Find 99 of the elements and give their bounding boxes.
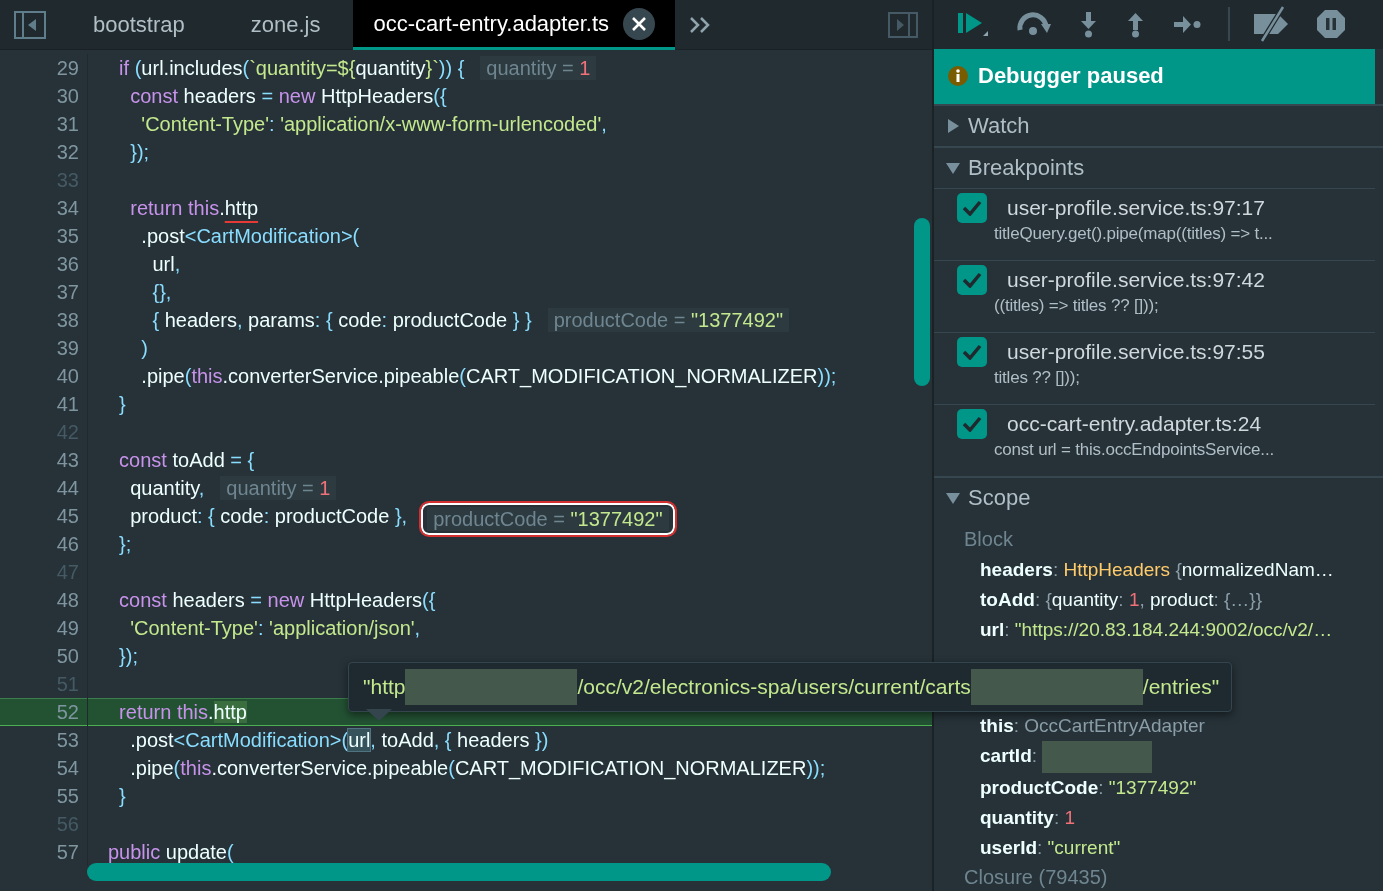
line-number: 52 [0, 698, 88, 726]
code-line: .post<CartModification>( [140, 224, 360, 249]
tooltip-text: /entries" [1142, 675, 1220, 699]
checkbox[interactable] [957, 192, 987, 223]
caret-right-icon [946, 118, 960, 133]
scope-variable: toAdd: {quantity: 1, product: {…}} [980, 589, 1262, 610]
breakpoint-location[interactable]: occ-cart-entry.adapter.ts:24 [1007, 411, 1262, 436]
code-line: product: { code: productCode }, [129, 504, 408, 529]
pause-icon[interactable] [1316, 9, 1346, 40]
line-number: 41 [0, 390, 88, 418]
code-line: {}, [151, 280, 172, 305]
info-icon [948, 66, 968, 87]
chevrons-icon[interactable] [689, 15, 712, 34]
line-number: 55 [0, 782, 88, 810]
scope-variable: headers: HttpHeaders {normalizedNam… [980, 559, 1334, 580]
breakpoint-snippet: titles ?? [])); [994, 367, 1081, 388]
scope-group-label: Closure (79435) [963, 865, 1109, 890]
code-line: .pipe(this.converterService.pipeable(CART_MODIFICATION_NORMALIZER)); [140, 364, 837, 390]
line-number: 35 [0, 222, 88, 250]
checkbox[interactable] [957, 264, 987, 295]
line-number: 31 [0, 110, 88, 138]
code-line: return this.http [118, 700, 247, 725]
line-number: 32 [0, 138, 88, 166]
scope-variable: this: OccCartEntryAdapter [980, 715, 1205, 736]
scrollbar-thumb[interactable] [87, 863, 831, 881]
check-icon [962, 415, 982, 432]
inline-value-hint: quantity = 1 [480, 56, 597, 80]
breakpoint-location[interactable]: user-profile.service.ts:97:17 [1007, 195, 1265, 220]
inline-value-hint: quantity = 1 [220, 476, 337, 500]
line-number: 43 [0, 446, 88, 474]
line-number: 57 [0, 838, 88, 866]
line-number: 34 [0, 194, 88, 222]
file-tab[interactable]: bootstrap [60, 0, 218, 50]
code-line: ) [140, 336, 148, 361]
breakpoint-snippet: ((titles) => titles ?? [])); [994, 295, 1160, 316]
caret-down-icon [946, 160, 960, 175]
code-line: return this.http [129, 196, 259, 221]
scrollbar-thumb[interactable] [914, 218, 930, 386]
line-number: 30 [0, 82, 88, 110]
panel-toggle-icon[interactable] [888, 11, 918, 38]
file-tab[interactable]: occ-cart-entry.adapter.ts [353, 0, 676, 50]
breakpoint-snippet: titleQuery.get().pipe(map((titles) => t... [994, 223, 1274, 244]
checkbox[interactable] [957, 336, 987, 367]
line-number: 29 [0, 54, 88, 82]
code-line: const headers = new HttpHeaders({ [118, 588, 436, 613]
status-text: Debugger paused [978, 63, 1164, 90]
scope-variable: quantity: 1 [980, 807, 1076, 828]
caret-down-icon [946, 490, 960, 505]
line-number: 54 [0, 754, 88, 782]
line-number: 38 [0, 306, 88, 334]
checkbox[interactable] [957, 408, 987, 439]
file-tab[interactable]: zone.js [217, 0, 354, 50]
code-line: const toAdd = { [118, 448, 255, 473]
line-number: 40 [0, 362, 88, 390]
breakpoint-snippet: const url = this.occEndpointsService... [994, 439, 1275, 460]
code-line: .post<CartModification>(url, toAdd, { headers }) [129, 728, 549, 753]
line-number: 50 [0, 642, 88, 670]
line-number: 49 [0, 614, 88, 642]
code-line: quantity, [129, 476, 205, 501]
line-number: 45 [0, 502, 88, 530]
step-out-icon[interactable] [1125, 10, 1146, 39]
line-number: 48 [0, 586, 88, 614]
breakpoint-location[interactable]: user-profile.service.ts:97:55 [1007, 339, 1265, 364]
check-icon [962, 343, 982, 360]
check-icon [962, 199, 982, 216]
line-number: 53 [0, 726, 88, 754]
tooltip-text: /occ/v2/electronics-spa/users/current/carts [577, 675, 971, 699]
step-into-icon[interactable] [1078, 10, 1099, 39]
inline-value-hint: productCode = "1377492" [547, 308, 790, 332]
scope-variable: productCode: "1377492" [980, 777, 1197, 798]
close-icon[interactable] [623, 7, 656, 40]
line-number: 36 [0, 250, 88, 278]
line-number: 39 [0, 334, 88, 362]
code-line: }; [118, 532, 132, 557]
scope-variable: cartId: [980, 745, 1039, 766]
scope-group-label: Block [963, 527, 1014, 552]
line-number: 37 [0, 278, 88, 306]
tooltip-text: "http [363, 675, 406, 699]
code-line: public update( [108, 840, 234, 865]
code-line: { headers, params: { code: productCode } } [151, 308, 532, 333]
line-number: 44 [0, 474, 88, 502]
line-number: 46 [0, 530, 88, 558]
check-icon [962, 271, 982, 288]
code-line: } [118, 784, 126, 809]
code-line: 'Content-Type': 'application/json', [129, 616, 421, 641]
scope-variable: url: "https://20.83.184.244:9002/occ/v2/… [980, 619, 1333, 640]
deactivate-breakpoints-icon[interactable] [1252, 6, 1290, 43]
sidebar-toggle-icon[interactable] [14, 10, 46, 39]
breakpoint-location[interactable]: user-profile.service.ts:97:42 [1007, 267, 1265, 292]
code-line: if (url.includes(`quantity=${quantity}`)) { [118, 56, 465, 81]
code-line: }); [129, 140, 150, 165]
code-line: }); [118, 644, 138, 669]
code-line: } [118, 392, 126, 417]
inline-value-hint: productCode = "1377492" [419, 501, 677, 537]
code-line: url, [151, 252, 181, 277]
code-line: 'Content-Type': 'application/x-www-form-urlencoded', [140, 112, 607, 137]
code-line: const headers = new HttpHeaders({ [129, 84, 447, 109]
scope-variable: userId: "current" [980, 837, 1121, 858]
code-line: .pipe(this.converterService.pipeable(CART_MODIFICATION_NORMALIZER)); [129, 756, 826, 782]
